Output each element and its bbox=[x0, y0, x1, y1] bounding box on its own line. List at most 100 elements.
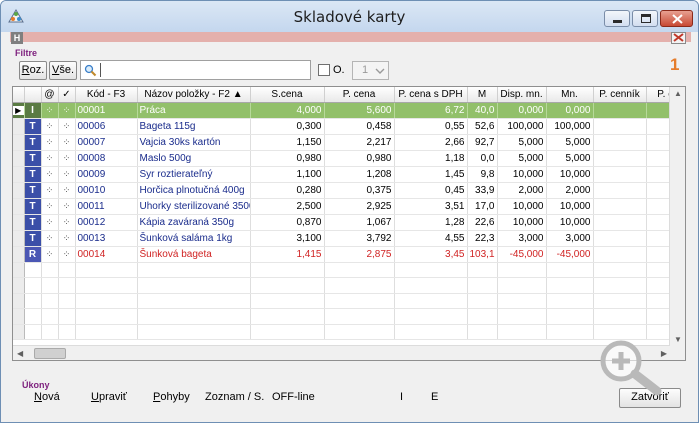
empty-cell bbox=[546, 262, 594, 278]
empty-cell bbox=[24, 324, 42, 340]
cell-pcena-dph: 1,45 bbox=[394, 166, 468, 183]
check-marker-icon[interactable]: ⁘ bbox=[58, 150, 76, 167]
header-mn[interactable]: Mn. bbox=[546, 87, 594, 103]
empty-cell bbox=[394, 308, 468, 325]
header-at[interactable]: @ bbox=[41, 87, 59, 103]
horizontal-scroll-thumb[interactable] bbox=[34, 348, 66, 359]
row-indicator bbox=[13, 118, 25, 135]
table-row[interactable]: T ⁘ ⁘ 00006 Bageta 115g 0,300 0,458 0,55 52,6 100… bbox=[13, 118, 685, 135]
scroll-up-icon[interactable]: ▲ bbox=[674, 89, 682, 98]
check-marker-icon[interactable]: ⁘ bbox=[58, 246, 76, 263]
empty-cell bbox=[546, 293, 594, 309]
search-icon bbox=[84, 64, 97, 77]
table-row[interactable] bbox=[13, 262, 685, 278]
search-field-divider bbox=[100, 63, 101, 77]
o-checkbox[interactable] bbox=[318, 64, 330, 76]
vse-button[interactable]: Vše. bbox=[49, 61, 77, 80]
table-row[interactable]: T ⁘ ⁘ 00011 Uhorky sterilizované 3500 2,500 2,… bbox=[13, 198, 685, 215]
cell-pcennik bbox=[593, 182, 647, 199]
empty-cell bbox=[75, 277, 138, 294]
table-row[interactable] bbox=[13, 324, 685, 340]
scroll-left-icon[interactable]: ◀ bbox=[17, 349, 23, 358]
zoom-magnifier-icon[interactable] bbox=[597, 339, 669, 397]
empty-cell bbox=[546, 277, 594, 294]
type-badge-label: I bbox=[24, 102, 40, 117]
row-indicator bbox=[13, 246, 25, 263]
at-marker-icon[interactable]: ⁘ bbox=[41, 102, 59, 119]
empty-cell bbox=[75, 293, 138, 309]
cell-name: Maslo 500g bbox=[137, 150, 251, 167]
cell-mn: 0,000 bbox=[546, 102, 594, 119]
horizontal-scrollbar[interactable]: ◀ ▶ bbox=[13, 345, 670, 360]
check-marker-icon[interactable]: ⁘ bbox=[58, 166, 76, 183]
cell-disp: 100,000 bbox=[497, 118, 547, 135]
scroll-down-icon[interactable]: ▼ bbox=[674, 335, 682, 344]
zoznam-button[interactable]: Zoznam / S. bbox=[205, 391, 264, 403]
at-marker-icon[interactable]: ⁘ bbox=[41, 230, 59, 247]
header-pcena[interactable]: P. cena bbox=[324, 87, 395, 103]
at-marker-icon[interactable]: ⁘ bbox=[41, 166, 59, 183]
table-row[interactable]: ▶ I ⁘ ⁘ 00001 Práca 4,000 5,600 6,72 40,0 0,000 0,0… bbox=[13, 102, 685, 119]
cell-scena: 0,280 bbox=[250, 182, 325, 199]
page-select-value: 1 bbox=[362, 64, 369, 76]
table-row[interactable]: T ⁘ ⁘ 00012 Kápia zaváraná 350g 0,870 1,067 1,2… bbox=[13, 214, 685, 231]
table-row[interactable]: T ⁘ ⁘ 00008 Maslo 500g 0,980 0,980 1,18 0,0 5,000… bbox=[13, 150, 685, 167]
empty-cell bbox=[467, 308, 498, 325]
table-row[interactable]: T ⁘ ⁘ 00007 Vajcia 30ks kartón 1,150 2,217 2,66… bbox=[13, 134, 685, 151]
cell-scena: 1,415 bbox=[250, 246, 325, 263]
table-row[interactable] bbox=[13, 293, 685, 309]
at-marker-icon[interactable]: ⁘ bbox=[41, 214, 59, 231]
header-m[interactable]: M bbox=[467, 87, 498, 103]
h-toggle-button[interactable]: H bbox=[11, 32, 23, 44]
empty-cell bbox=[250, 262, 325, 278]
header-pcena-dph[interactable]: P. cena s DPH bbox=[394, 87, 468, 103]
table-row[interactable] bbox=[13, 277, 685, 294]
check-marker-icon[interactable]: ⁘ bbox=[58, 230, 76, 247]
table-row[interactable]: T ⁘ ⁘ 00010 Horčica plnotučná 400g 0,280 0,375… bbox=[13, 182, 685, 199]
at-marker-icon[interactable]: ⁘ bbox=[41, 134, 59, 151]
search-input[interactable] bbox=[80, 60, 311, 80]
minimize-button[interactable] bbox=[604, 10, 630, 27]
at-marker-icon[interactable]: ⁘ bbox=[41, 118, 59, 135]
header-pcennik[interactable]: P. cenník bbox=[593, 87, 647, 103]
check-marker-icon[interactable]: ⁘ bbox=[58, 102, 76, 119]
header-name[interactable]: Názov položky - F2 ▲ bbox=[137, 87, 251, 103]
empty-cell bbox=[58, 293, 76, 309]
vertical-scrollbar[interactable]: ▲ ▼ bbox=[669, 87, 685, 360]
i-button[interactable]: I bbox=[400, 391, 403, 403]
table-row[interactable]: R ⁘ ⁘ 00014 Šunková bageta 1,415 2,875 3,45 103,… bbox=[13, 246, 685, 263]
roz-button[interactable]: Roz. bbox=[19, 61, 47, 80]
header-disp[interactable]: Disp. mn. bbox=[497, 87, 547, 103]
filter-section-label: Filtre bbox=[15, 48, 38, 58]
at-marker-icon[interactable]: ⁘ bbox=[41, 182, 59, 199]
check-marker-icon[interactable]: ⁘ bbox=[58, 214, 76, 231]
check-marker-icon[interactable]: ⁘ bbox=[58, 134, 76, 151]
header-scena[interactable]: S.cena bbox=[250, 87, 325, 103]
tools-icon[interactable] bbox=[671, 32, 686, 44]
offline-button[interactable]: OFF-line bbox=[272, 391, 315, 403]
at-marker-icon[interactable]: ⁘ bbox=[41, 246, 59, 263]
title-bar[interactable]: Skladové karty bbox=[1, 1, 698, 32]
check-marker-icon[interactable]: ⁘ bbox=[58, 118, 76, 135]
page-select[interactable]: 1 bbox=[352, 61, 389, 80]
table-row[interactable] bbox=[13, 308, 685, 325]
table-row[interactable]: T ⁘ ⁘ 00009 Syr roztierateľný 1,100 1,208 1,45 9… bbox=[13, 166, 685, 183]
header-code[interactable]: Kód - F3 bbox=[75, 87, 138, 103]
e-button[interactable]: E bbox=[431, 391, 438, 403]
upravit-button[interactable]: Upraviť bbox=[91, 391, 127, 403]
table-row[interactable]: T ⁘ ⁘ 00013 Šunková saláma 1kg 3,100 3,792 4,55… bbox=[13, 230, 685, 247]
at-marker-icon[interactable]: ⁘ bbox=[41, 150, 59, 167]
close-button[interactable] bbox=[660, 10, 693, 27]
check-marker-icon[interactable]: ⁘ bbox=[58, 182, 76, 199]
empty-cell bbox=[467, 324, 498, 340]
pohyby-button[interactable]: Pohyby bbox=[153, 391, 190, 403]
cell-name: Kápia zaváraná 350g bbox=[137, 214, 251, 231]
nova-button[interactable]: Nová bbox=[34, 391, 60, 403]
check-marker-icon[interactable]: ⁘ bbox=[58, 198, 76, 215]
type-badge-label: T bbox=[24, 150, 40, 165]
at-marker-icon[interactable]: ⁘ bbox=[41, 198, 59, 215]
header-check[interactable]: ✓ bbox=[58, 87, 76, 103]
cell-pcennik bbox=[593, 166, 647, 183]
maximize-button[interactable] bbox=[632, 10, 658, 27]
cell-disp: 3,000 bbox=[497, 230, 547, 247]
